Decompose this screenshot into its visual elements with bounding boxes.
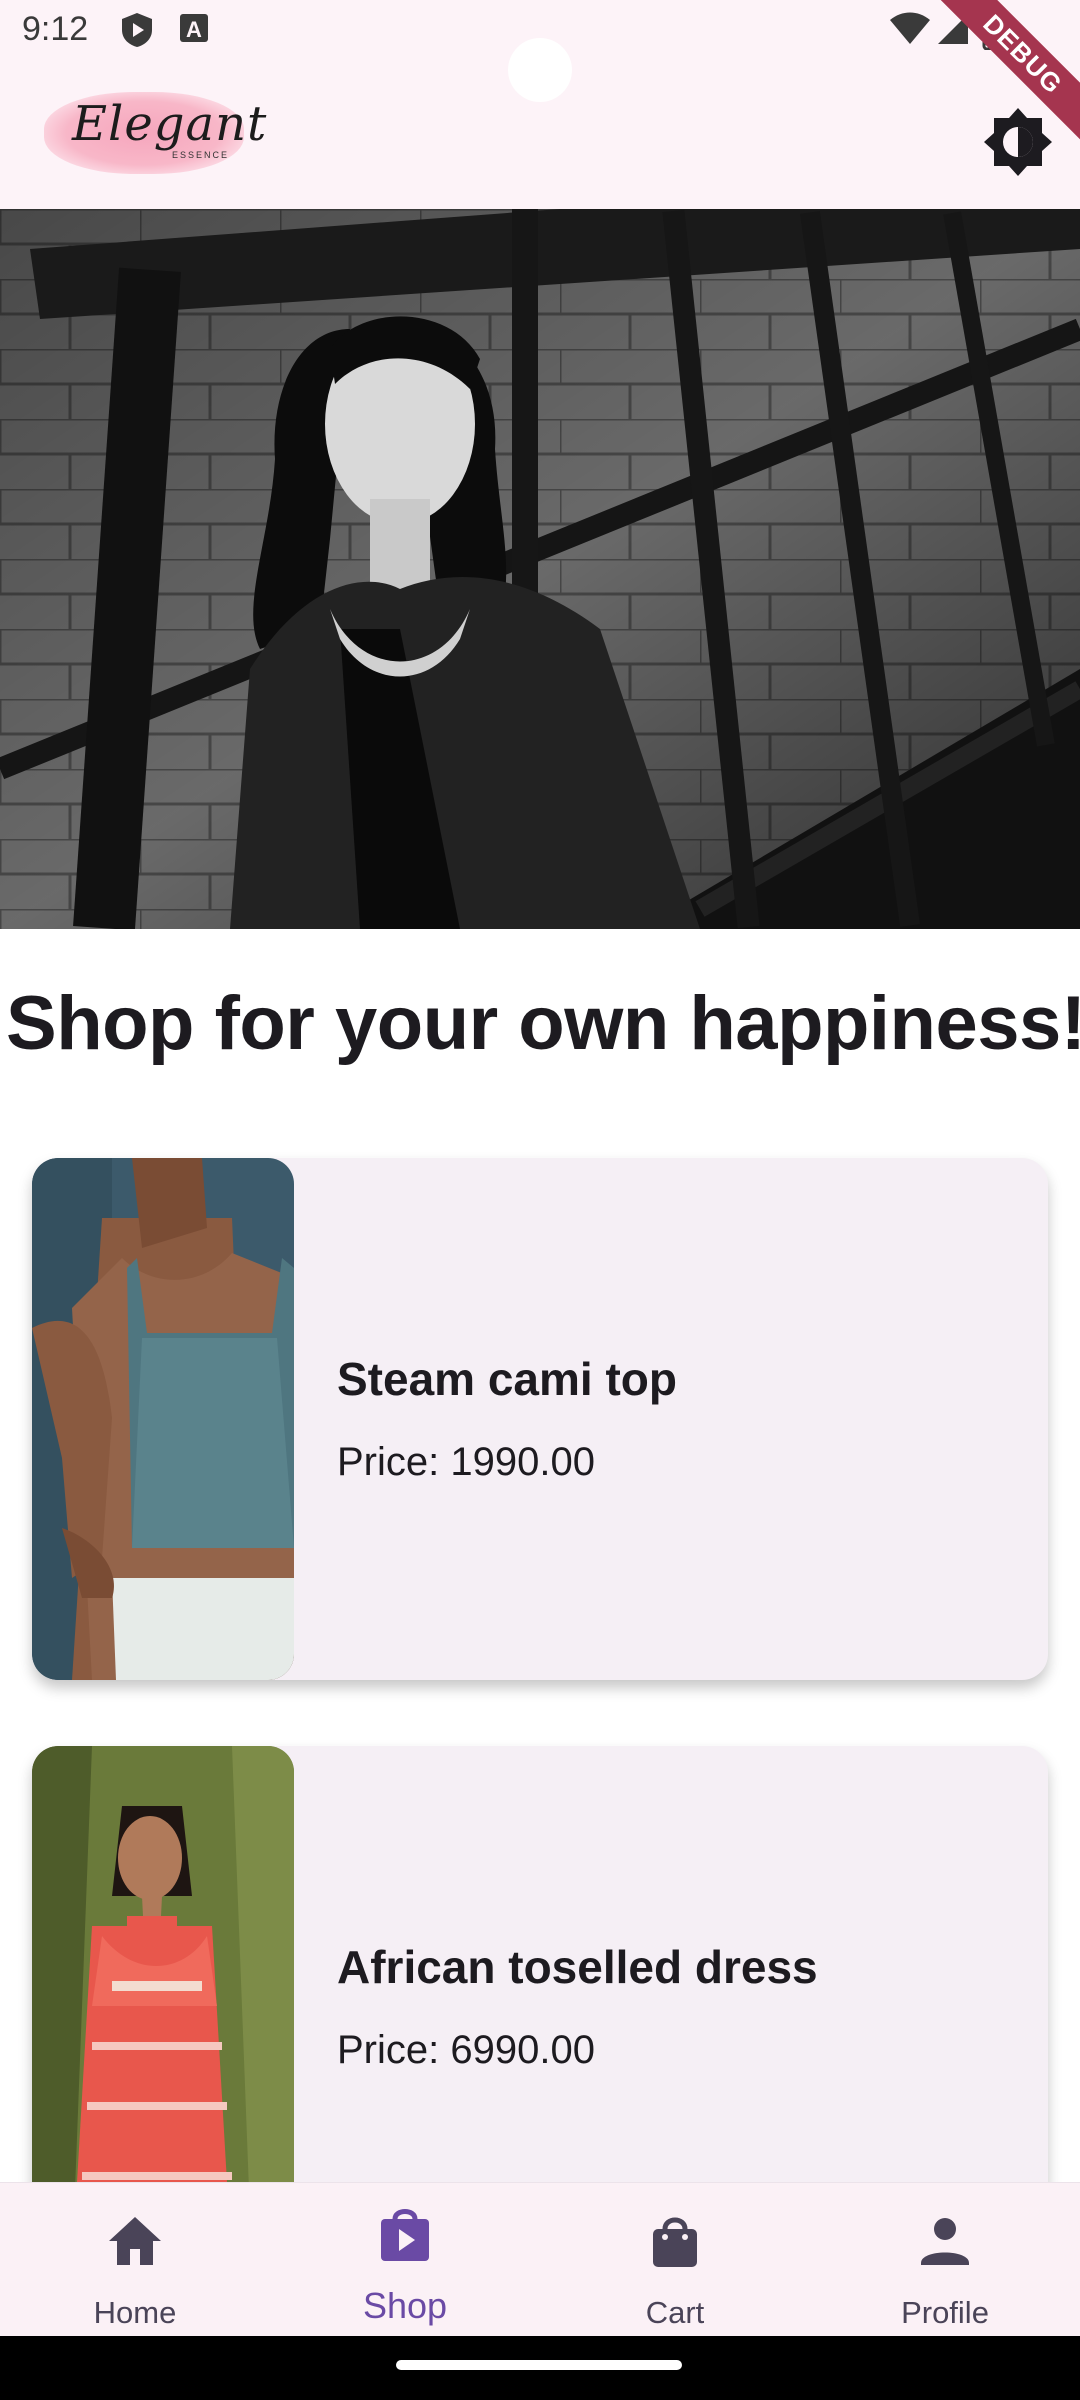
logo-subtext: ESSENCE — [172, 150, 230, 160]
nav-label-profile: Profile — [901, 2295, 989, 2330]
product-image — [32, 1158, 294, 1680]
home-icon — [109, 2217, 161, 2265]
play-protect-icon — [120, 12, 154, 53]
nav-label-cart: Cart — [645, 2295, 705, 2330]
product-name: African toselled dress — [337, 1941, 818, 1993]
bag-icon — [653, 2217, 697, 2267]
product-name: Steam cami top — [337, 1353, 677, 1405]
a-icon: A — [178, 12, 210, 49]
wifi-icon — [888, 12, 932, 51]
nav-item-shop[interactable]: Shop — [270, 2183, 540, 2337]
nav-label-home: Home — [93, 2295, 177, 2330]
page-headline: Shop for your own happiness! — [6, 981, 1080, 1066]
brand-logo[interactable]: Elegant ESSENCE — [44, 84, 266, 180]
brightness-icon — [984, 108, 1052, 176]
nav-label-shop: Shop — [362, 2285, 448, 2326]
system-navigation-bar — [0, 2336, 1080, 2400]
nav-item-cart[interactable]: Cart — [540, 2183, 810, 2337]
person-icon — [921, 2218, 969, 2265]
shopping-bag-play-icon — [381, 2209, 429, 2261]
nav-item-home[interactable]: Home — [0, 2183, 270, 2337]
bottom-navigation: Home Shop Cart Profile — [0, 2182, 1080, 2337]
theme-toggle-button[interactable] — [980, 104, 1056, 180]
product-price: Price: 6990.00 — [337, 2028, 595, 2072]
hero-image — [0, 209, 1080, 929]
home-gesture-handle[interactable] — [396, 2360, 682, 2370]
product-price: Price: 1990.00 — [337, 1440, 595, 1484]
product-card[interactable]: Steam cami top Price: 1990.00 — [32, 1158, 1048, 1680]
status-time: 9:12 — [22, 10, 89, 48]
nav-item-profile[interactable]: Profile — [810, 2183, 1080, 2337]
svg-text:A: A — [186, 17, 202, 42]
logo-text: Elegant — [72, 96, 268, 152]
camera-cutout — [508, 38, 572, 102]
